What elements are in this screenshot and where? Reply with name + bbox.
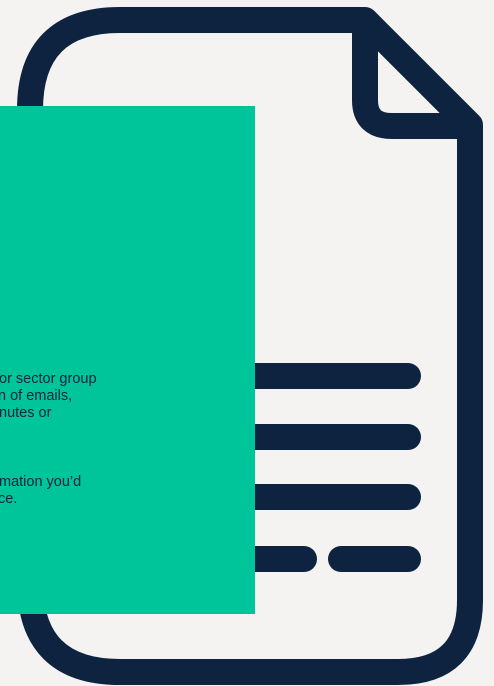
panel-text-line: or sector group <box>0 371 97 387</box>
panel-text-line: mation you’d <box>0 474 82 490</box>
illustration-canvas: or sector group n of emails, nutes or ma… <box>0 0 494 686</box>
panel-paragraph-1: or sector group n of emails, nutes or <box>0 371 255 422</box>
info-panel: or sector group n of emails, nutes or ma… <box>0 106 255 614</box>
panel-paragraph-2: mation you’d ce. <box>0 474 255 508</box>
panel-text-line: n of emails, <box>0 388 73 404</box>
panel-text-line: ce. <box>0 491 18 507</box>
panel-text-line: nutes or <box>0 405 52 421</box>
